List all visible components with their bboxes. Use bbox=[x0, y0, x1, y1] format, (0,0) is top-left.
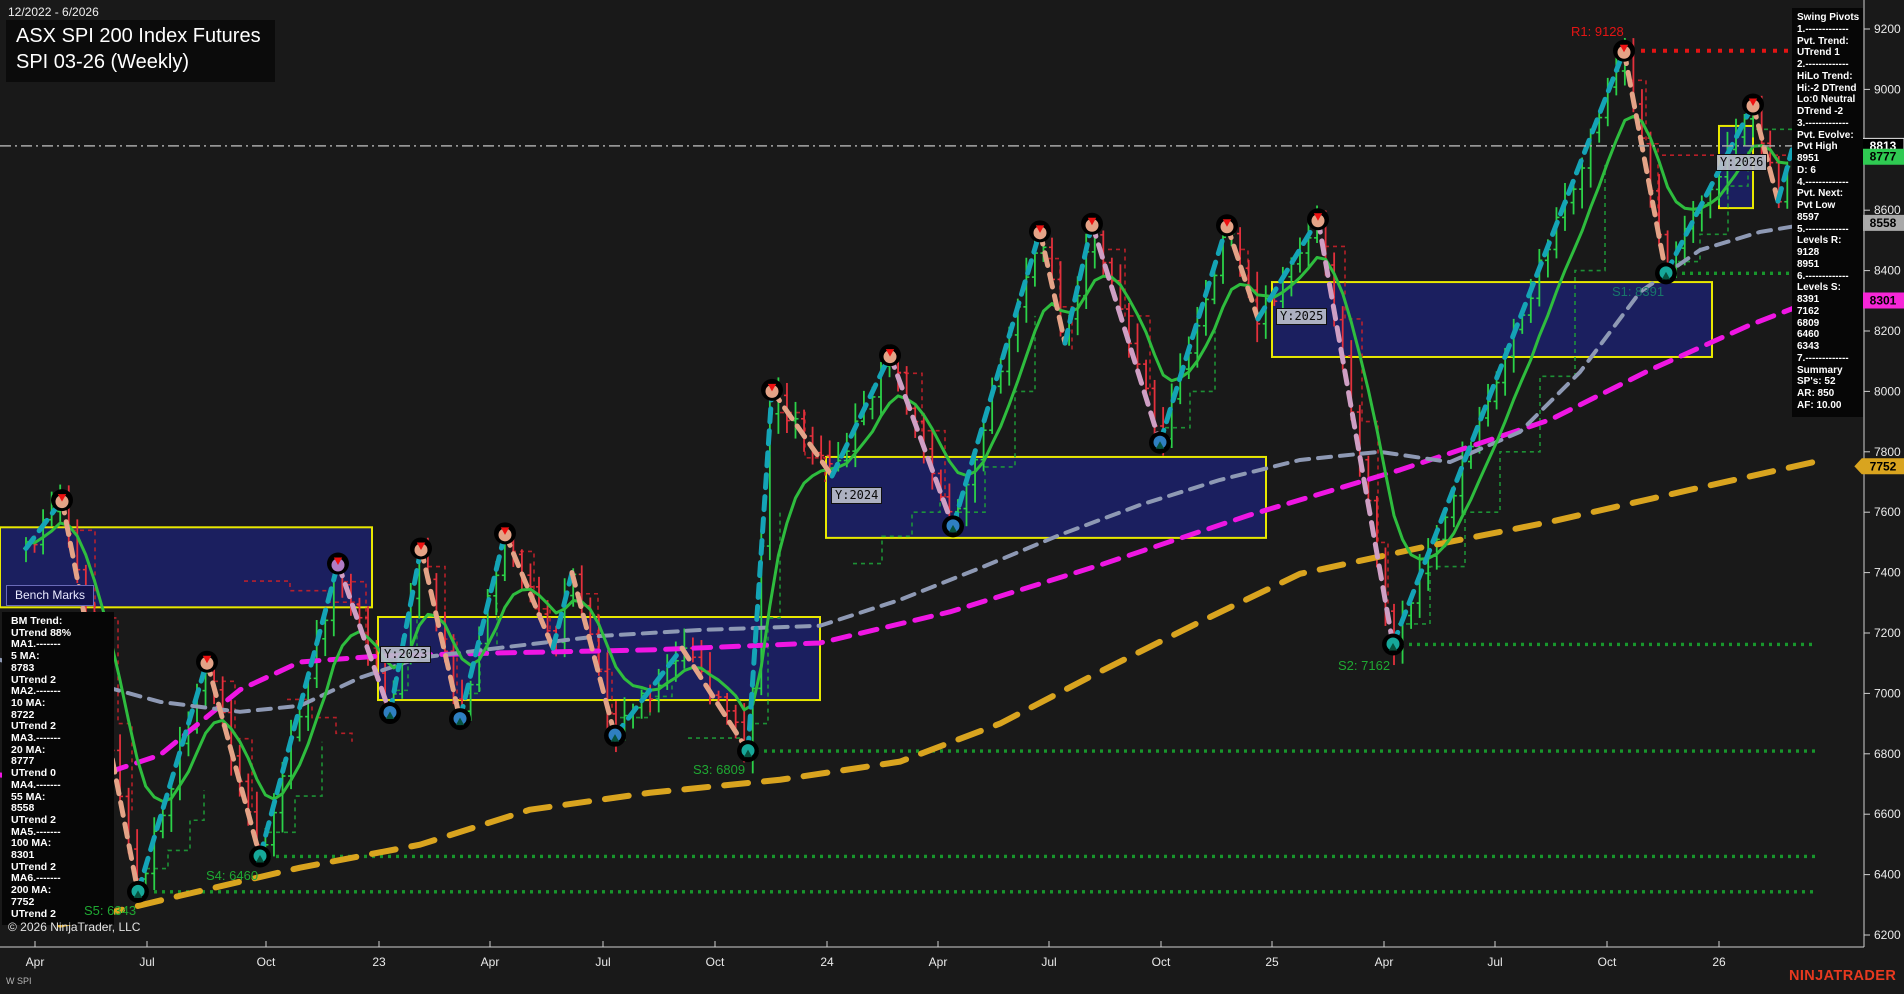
swing-line-down bbox=[1750, 102, 1781, 204]
pivot-low-marker bbox=[1655, 262, 1677, 285]
price-tick-label: 8000 bbox=[1874, 384, 1901, 398]
time-tick-label: 25 bbox=[1265, 955, 1279, 969]
time-tick-label: Apr bbox=[26, 955, 45, 969]
swing-line-up bbox=[1775, 147, 1795, 204]
price-tick-label: 9000 bbox=[1874, 82, 1901, 96]
pivot-high-marker bbox=[1029, 220, 1051, 243]
pivot-low-marker bbox=[449, 708, 471, 731]
price-tick-label: 6600 bbox=[1874, 807, 1901, 821]
pivot-high-marker bbox=[327, 552, 349, 575]
price-tag-value: 8558 bbox=[1870, 216, 1897, 230]
pivot-high-marker bbox=[196, 650, 218, 673]
year-range-box bbox=[0, 526, 373, 609]
price-tick-label: 7800 bbox=[1874, 445, 1901, 459]
price-tick-label: 8400 bbox=[1874, 264, 1901, 278]
pivot-low-marker bbox=[604, 724, 626, 747]
pivot-low-marker bbox=[737, 740, 759, 763]
pivot-high-marker bbox=[1742, 93, 1764, 116]
pivot-high-marker bbox=[1613, 39, 1635, 62]
price-chart-canvas[interactable]: 9200900086008400820080007800760074007200… bbox=[0, 0, 1904, 994]
pivot-low-marker bbox=[127, 880, 149, 903]
price-tick-label: 7200 bbox=[1874, 626, 1901, 640]
time-tick-label: Jul bbox=[595, 955, 610, 969]
price-tick-label: 7400 bbox=[1874, 566, 1901, 580]
time-tick-label: Jul bbox=[1041, 955, 1056, 969]
time-tick-label: Jul bbox=[1487, 955, 1502, 969]
pivot-high-marker bbox=[1216, 214, 1238, 237]
price-tick-label: 6200 bbox=[1874, 928, 1901, 942]
year-range-box bbox=[825, 455, 1267, 539]
price-tag-value: 7752 bbox=[1870, 459, 1897, 473]
time-tick-label: Oct bbox=[257, 955, 276, 969]
price-tick-label: 6400 bbox=[1874, 868, 1901, 882]
pivot-low-marker bbox=[379, 702, 401, 725]
pivot-high-marker bbox=[879, 344, 901, 367]
pivot-low-marker bbox=[942, 515, 964, 538]
pivot-low-marker bbox=[1149, 431, 1171, 454]
swing-line-down bbox=[1224, 222, 1261, 322]
hilo-stop-trail-red bbox=[214, 680, 253, 809]
time-tick-label: Jul bbox=[139, 955, 154, 969]
pivot-high-marker bbox=[1081, 212, 1103, 235]
year-range-box bbox=[1271, 281, 1713, 358]
swing-line-up bbox=[135, 659, 210, 895]
price-tick-label: 6800 bbox=[1874, 747, 1901, 761]
swing-line-up bbox=[1157, 222, 1230, 446]
time-tick-label: 24 bbox=[820, 955, 834, 969]
time-tick-label: 23 bbox=[372, 955, 386, 969]
swing-line-down bbox=[769, 387, 835, 479]
ninjatrader-chart-window: { "header": { "date_range": "12/2022 - 6… bbox=[0, 0, 1904, 994]
pivot-high-marker bbox=[761, 378, 783, 401]
pivot-high-marker bbox=[494, 522, 516, 545]
time-tick-label: Apr bbox=[1375, 955, 1394, 969]
time-tick-label: Apr bbox=[481, 955, 500, 969]
price-tag-value: 8777 bbox=[1870, 150, 1897, 164]
pivot-high-marker bbox=[1307, 208, 1329, 231]
swing-line-down bbox=[1089, 221, 1163, 446]
pivot-high-marker bbox=[410, 537, 432, 560]
price-tick-label: 7600 bbox=[1874, 505, 1901, 519]
time-tick-label: Oct bbox=[706, 955, 725, 969]
time-tick-label: Apr bbox=[929, 955, 948, 969]
price-tag-value: 8301 bbox=[1870, 293, 1897, 307]
price-tick-label: 9200 bbox=[1874, 22, 1901, 36]
time-tick-label: Oct bbox=[1598, 955, 1617, 969]
time-tick-label: Oct bbox=[1152, 955, 1171, 969]
time-tick-label: 26 bbox=[1712, 955, 1726, 969]
price-tick-label: 8200 bbox=[1874, 324, 1901, 338]
pivot-high-marker bbox=[51, 489, 73, 512]
pivot-low-marker bbox=[249, 845, 271, 868]
price-tick-label: 7000 bbox=[1874, 686, 1901, 700]
pivot-low-marker bbox=[1382, 633, 1404, 656]
